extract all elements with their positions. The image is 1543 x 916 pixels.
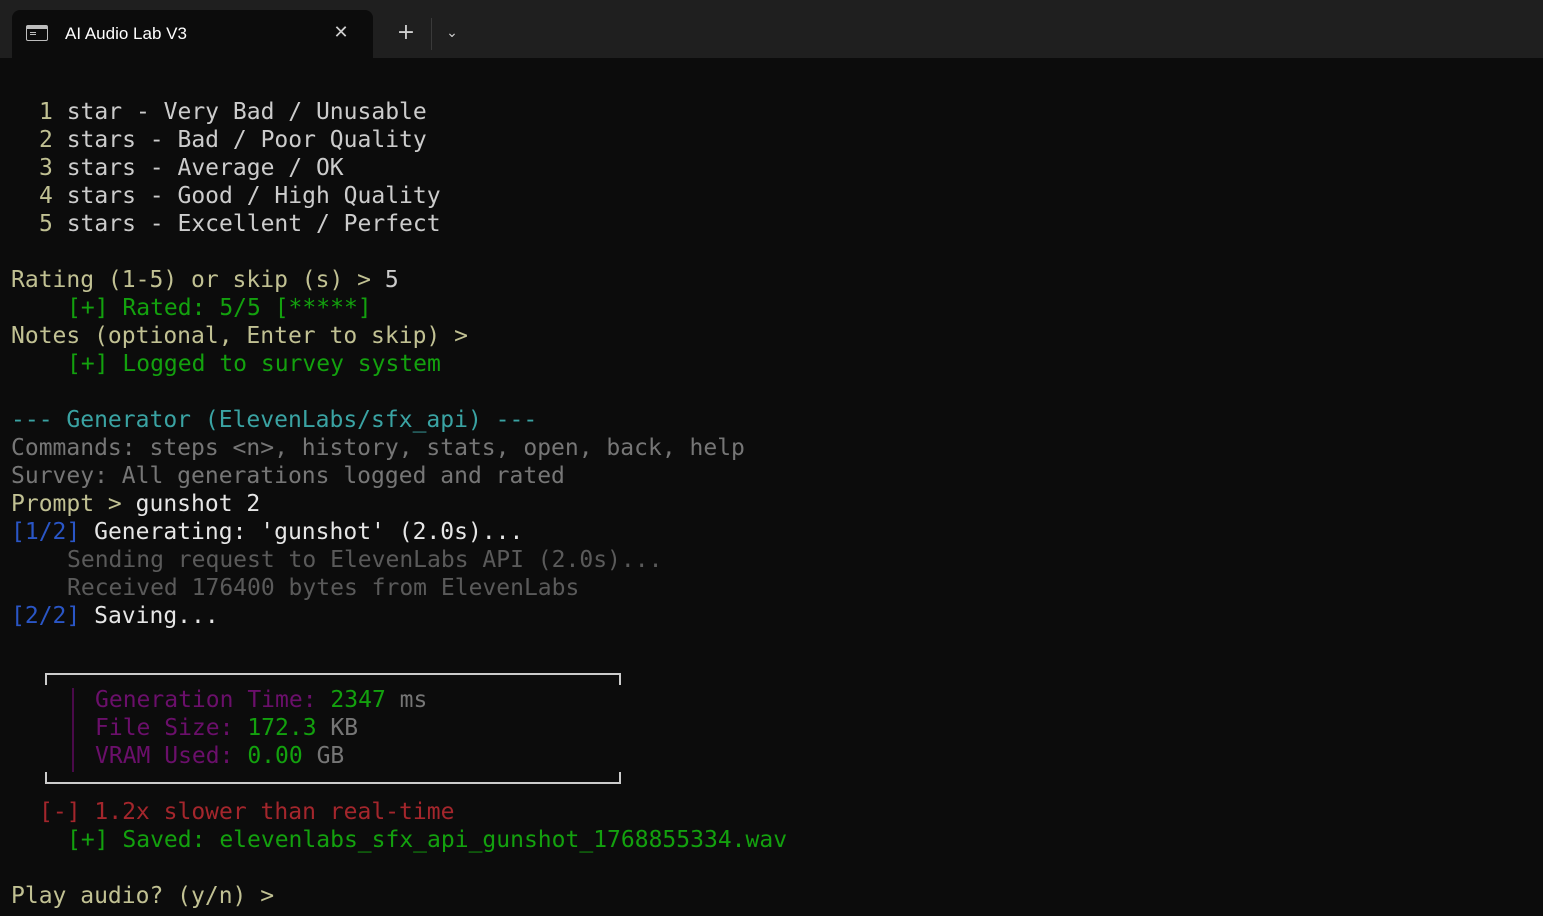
terminal-output[interactable]: 1 star - Very Bad / Unusable 2 stars - B… — [0, 58, 1543, 916]
stats-box-bottom — [45, 772, 621, 784]
stat-unit: ms — [385, 687, 428, 713]
stat-label: VRAM Used: — [95, 743, 248, 769]
close-icon[interactable]: ✕ — [330, 22, 352, 44]
play-audio-prompt: Play audio? (y/n) > — [11, 883, 275, 909]
tab-title: AI Audio Lab V3 — [65, 24, 187, 43]
rating-text: stars - Average / OK — [52, 155, 344, 181]
rating-scale-5: 5 stars - Excellent / Perfect — [39, 210, 441, 238]
rating-text: stars - Excellent / Perfect — [52, 211, 441, 237]
rating-input-value: 5 — [384, 267, 399, 293]
stat-value: 2347 — [330, 687, 386, 713]
rating-text: stars - Good / High Quality — [52, 183, 441, 209]
tab-ai-audio-lab[interactable]: AI Audio Lab V3 ✕ — [12, 10, 373, 58]
rating-scale-2: 2 stars - Bad / Poor Quality — [39, 126, 427, 154]
logged-message: [+] Logged to survey system — [67, 351, 441, 377]
step-2-line: [2/2] Saving... — [11, 602, 219, 630]
plus-icon[interactable]: + — [393, 20, 419, 46]
rated-message: [+] Rated: 5/5 [*****] — [67, 295, 372, 321]
rating-scale-1: 1 star - Very Bad / Unusable — [39, 98, 427, 126]
stats-box-bar — [72, 688, 74, 772]
stat-value: 0.00 — [247, 743, 303, 769]
rating-scale-4: 4 stars - Good / High Quality — [39, 182, 441, 210]
stat-label: Generation Time: — [95, 687, 331, 713]
rating-num: 1 — [39, 99, 53, 125]
rating-prompt-label: Rating (1-5) or skip (s) > — [11, 267, 385, 293]
step-1-line: [1/2] Generating: 'gunshot' (2.0s)... — [11, 518, 523, 546]
stat-file-size: File Size: 172.3 KB — [95, 714, 358, 742]
rating-text: stars - Bad / Poor Quality — [52, 127, 427, 153]
rating-text: star - Very Bad / Unusable — [52, 99, 427, 125]
survey-line: Survey: All generations logged and rated — [11, 463, 565, 489]
stat-generation-time: Generation Time: 2347 ms — [95, 686, 427, 714]
speed-message: [-] 1.2x slower than real-time — [39, 798, 454, 826]
stat-value: 172.3 — [247, 715, 317, 741]
rating-prompt: Rating (1-5) or skip (s) > 5 — [11, 266, 399, 294]
stat-label: File Size: — [95, 715, 248, 741]
commands-line: Commands: steps <n>, history, stats, ope… — [11, 435, 745, 461]
chevron-down-icon[interactable]: ⌄ — [441, 20, 463, 46]
rating-num: 4 — [39, 183, 53, 209]
terminal-icon — [26, 25, 48, 41]
step-text: Saving... — [80, 603, 219, 629]
rating-num: 2 — [39, 127, 53, 153]
stat-vram-used: VRAM Used: 0.00 GB — [95, 742, 344, 770]
rating-num: 3 — [39, 155, 53, 181]
rating-scale-3: 3 stars - Average / OK — [39, 154, 344, 182]
generator-header: --- Generator (ElevenLabs/sfx_api) --- — [11, 407, 538, 433]
stat-unit: KB — [316, 715, 359, 741]
saved-message: [+] Saved: elevenlabs_sfx_api_gunshot_17… — [67, 827, 788, 853]
tab-divider — [431, 18, 432, 50]
rating-num: 5 — [39, 211, 53, 237]
step-tag: [2/2] — [11, 603, 81, 629]
notes-prompt: Notes (optional, Enter to skip) > — [11, 323, 468, 349]
speed-tag: [-] — [39, 799, 81, 825]
speed-text: 1.2x slower than real-time — [80, 799, 455, 825]
prompt-line: Prompt > gunshot 2 — [11, 490, 260, 518]
prompt-label: Prompt > — [11, 491, 136, 517]
step-text: Generating: 'gunshot' (2.0s)... — [80, 519, 524, 545]
stat-unit: GB — [302, 743, 345, 769]
sending-line: Sending request to ElevenLabs API (2.0s)… — [67, 547, 663, 573]
step-tag: [1/2] — [11, 519, 81, 545]
title-bar: AI Audio Lab V3 ✕ + ⌄ — [0, 0, 1543, 58]
received-line: Received 176400 bytes from ElevenLabs — [67, 575, 580, 601]
stats-box-top — [45, 673, 621, 685]
prompt-value: gunshot 2 — [135, 491, 261, 517]
